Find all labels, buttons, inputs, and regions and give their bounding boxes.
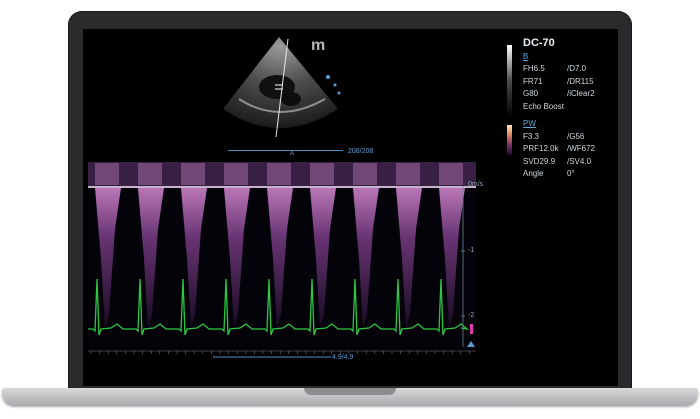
baseline-marker[interactable] (470, 324, 473, 334)
param-row: SVD29.9/SV4.0 (523, 156, 618, 169)
depth-readout: 208/208 (348, 148, 374, 155)
param-left: SVD29.9 (523, 156, 556, 166)
param-row: PRF12.0k/WF672 (523, 143, 618, 156)
param-left: G80 (523, 89, 539, 98)
param-right: /SV4.0 (567, 156, 592, 166)
param-right: /WF672 (567, 144, 596, 153)
param-left: FR71 (523, 76, 543, 86)
param-left: Angle (523, 169, 544, 178)
velocity-zero-label: 0m/s (468, 181, 484, 188)
param-left: F3.3 (523, 131, 540, 141)
velocity-tick-1: -1 (468, 247, 475, 254)
param-left: PRF12.0k (523, 144, 559, 153)
param-left: FH6.5 (523, 64, 545, 73)
param-row: FH6.5/D7.0 (523, 63, 618, 76)
parameter-panel: DC-70 B FH6.5/D7.0 FR71/DR115 G80/iClear… (523, 37, 618, 181)
velocity-tick-2: -2 (468, 312, 475, 319)
depth-bar (228, 150, 343, 151)
pw-mode-tab[interactable]: PW (523, 118, 618, 131)
param-right: /G56 (567, 131, 585, 141)
preset-name: DC-70 (523, 37, 555, 49)
param-row: F3.3/G56 (523, 131, 618, 144)
brand-logo: m (311, 37, 326, 54)
b-mode-tab[interactable]: B (523, 51, 618, 64)
echo-boost-label: Echo Boost (523, 101, 564, 111)
param-right: /D7.0 (567, 64, 587, 73)
param-right: /iClear2 (567, 89, 595, 98)
param-right: 0° (567, 169, 575, 178)
time-readout: 4.9/4.9 (332, 354, 354, 361)
doppler-color-bar (507, 125, 512, 155)
param-right: /DR115 (567, 76, 594, 86)
laptop-notch (304, 388, 396, 395)
param-row: G80/iClear2 (523, 88, 618, 101)
param-row: Angle 0° (523, 168, 618, 181)
depth-marker: A (290, 151, 295, 157)
param-row: FR71/DR115 (523, 76, 618, 89)
grayscale-bar (507, 45, 512, 117)
ultrasound-screen: m A 208/208 0m/s -1 -2 4.9/4.9 DC-70 B F… (83, 29, 618, 386)
